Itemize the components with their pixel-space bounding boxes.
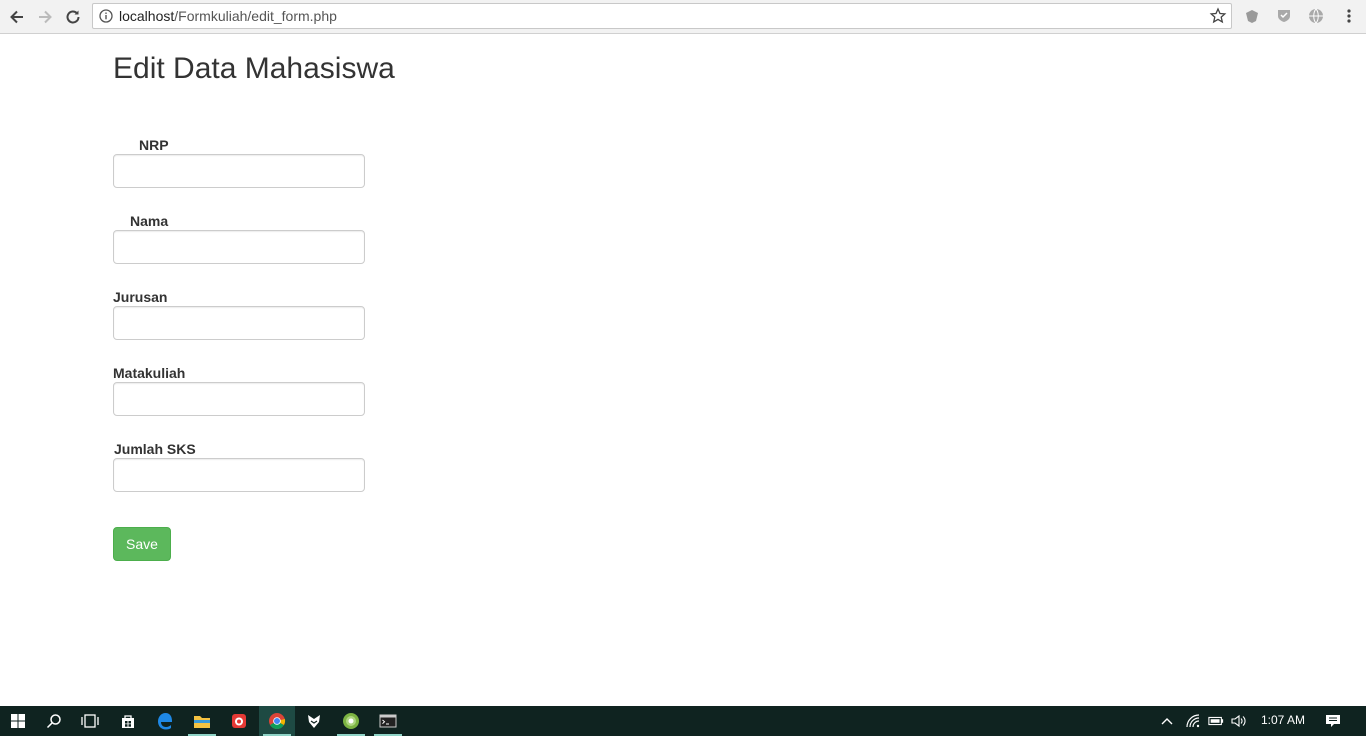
jurusan-label: Jurusan — [113, 289, 168, 305]
store-bag-icon — [122, 715, 134, 728]
menu-button[interactable] — [1340, 7, 1358, 25]
action-center-button[interactable] — [1325, 713, 1341, 729]
forward-button[interactable] — [33, 5, 57, 29]
command-prompt-icon — [379, 714, 397, 728]
taskbar-edge[interactable] — [147, 706, 183, 736]
kebab-menu-icon — [1347, 9, 1351, 23]
extension-icon-2[interactable] — [1275, 7, 1293, 25]
search-button[interactable] — [36, 706, 72, 736]
network-button[interactable] — [1185, 713, 1201, 729]
reload-button[interactable] — [61, 5, 85, 29]
nrp-input[interactable] — [113, 154, 365, 188]
url-text[interactable]: localhost/Formkuliah/edit_form.php — [119, 8, 337, 24]
show-hidden-icons-button[interactable] — [1159, 713, 1175, 729]
taskbar-app-globe[interactable] — [333, 706, 369, 736]
browser-toolbar: localhost/Formkuliah/edit_form.php — [0, 0, 1366, 34]
jumlah-sks-label: Jumlah SKS — [114, 441, 196, 457]
nrp-label: NRP — [139, 137, 169, 153]
globe-icon — [1309, 8, 1323, 24]
url-host: localhost — [119, 8, 175, 24]
matakuliah-input[interactable] — [113, 382, 365, 416]
taskbar-cmd[interactable] — [370, 706, 406, 736]
extension-icon-3[interactable] — [1307, 7, 1325, 25]
address-bar[interactable]: localhost/Formkuliah/edit_form.php — [92, 3, 1232, 29]
jurusan-input[interactable] — [113, 306, 365, 340]
speaker-icon — [1231, 714, 1246, 728]
app-logo-icon — [232, 714, 246, 728]
save-button[interactable]: Save — [113, 527, 171, 561]
chevron-up-icon — [1161, 718, 1173, 725]
taskbar-app-red[interactable] — [221, 706, 257, 736]
taskbar-clock[interactable]: 1:07 AM — [1261, 713, 1305, 727]
chrome-icon — [269, 713, 286, 729]
info-icon[interactable] — [99, 9, 113, 23]
back-button[interactable] — [5, 5, 29, 29]
taskbar: 1:07 AM — [0, 706, 1366, 736]
taskbar-file-explorer[interactable] — [184, 706, 220, 736]
battery-icon — [1208, 716, 1224, 726]
task-view-button[interactable] — [72, 706, 108, 736]
extension-icon-1[interactable] — [1243, 7, 1261, 25]
matakuliah-label: Matakuliah — [113, 365, 186, 381]
shield-logo-icon — [1246, 10, 1258, 23]
page-title: Edit Data Mahasiswa — [113, 52, 395, 85]
volume-button[interactable] — [1231, 713, 1247, 729]
windows-logo-icon — [11, 714, 25, 728]
green-globe-icon — [343, 713, 359, 729]
battery-button[interactable] — [1208, 713, 1224, 729]
wifi-icon — [1186, 714, 1200, 728]
folder-icon — [194, 716, 210, 728]
url-path: /Formkuliah/edit_form.php — [174, 8, 337, 24]
task-view-icon — [81, 714, 99, 728]
search-icon — [46, 714, 61, 729]
back-arrow-icon — [10, 10, 23, 24]
taskbar-app-fox[interactable] — [296, 706, 332, 736]
bookmark-star-icon[interactable] — [1209, 7, 1227, 25]
notification-icon — [1326, 715, 1340, 727]
nama-label: Nama — [130, 213, 169, 229]
edge-browser-icon — [158, 713, 172, 730]
jumlah-sks-input[interactable] — [113, 458, 365, 492]
reload-icon — [66, 10, 80, 24]
shield-check-icon — [1278, 10, 1290, 22]
forward-arrow-icon — [39, 10, 52, 24]
taskbar-chrome[interactable] — [259, 706, 295, 736]
start-button[interactable] — [0, 706, 36, 736]
fox-logo-icon — [308, 715, 320, 728]
nama-input[interactable] — [113, 230, 365, 264]
taskbar-store[interactable] — [110, 706, 146, 736]
